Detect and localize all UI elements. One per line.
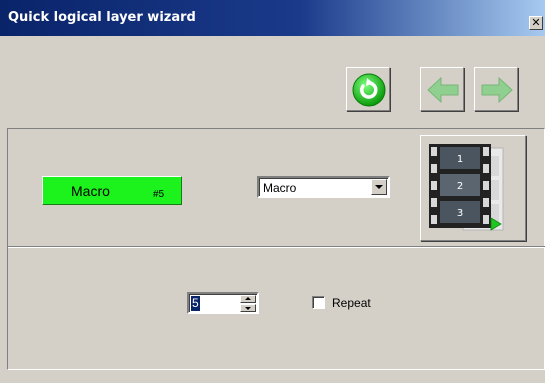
repeat-checkbox[interactable]: [312, 296, 325, 309]
repeat-label: Repeat: [332, 296, 371, 310]
chevron-down-icon[interactable]: [371, 179, 387, 195]
refresh-icon: [352, 73, 386, 107]
layer-label-button[interactable]: Macro #5: [42, 176, 182, 205]
arrow-left-icon: [427, 76, 459, 104]
layer-type-select[interactable]: Macro: [257, 176, 390, 198]
layer-number: #5: [153, 189, 165, 200]
film-strip-icon: 1 2 3: [429, 144, 504, 231]
layer-type-value: Macro: [263, 181, 297, 195]
spin-down-icon[interactable]: [240, 304, 256, 312]
window-title: Quick logical layer wizard: [8, 10, 196, 25]
film-strip-button[interactable]: 1 2 3: [420, 135, 526, 241]
frame-1-label: 1: [457, 154, 463, 165]
macro-number-value[interactable]: 5: [191, 296, 200, 311]
back-button[interactable]: [420, 67, 464, 111]
arrow-right-icon: [481, 76, 513, 104]
spinner-arrows: [240, 295, 256, 312]
title-bar: Quick logical layer wizard ✕: [0, 0, 545, 36]
panel-divider: [8, 246, 545, 248]
macro-number-spinner[interactable]: 5: [187, 292, 259, 314]
layer-name: Macro: [71, 183, 110, 199]
forward-button[interactable]: [474, 67, 518, 111]
frame-2-label: 2: [457, 181, 463, 192]
refresh-button[interactable]: [346, 67, 390, 111]
frame-3-label: 3: [457, 208, 463, 219]
spin-up-icon[interactable]: [240, 295, 256, 303]
close-icon[interactable]: ✕: [529, 16, 543, 30]
